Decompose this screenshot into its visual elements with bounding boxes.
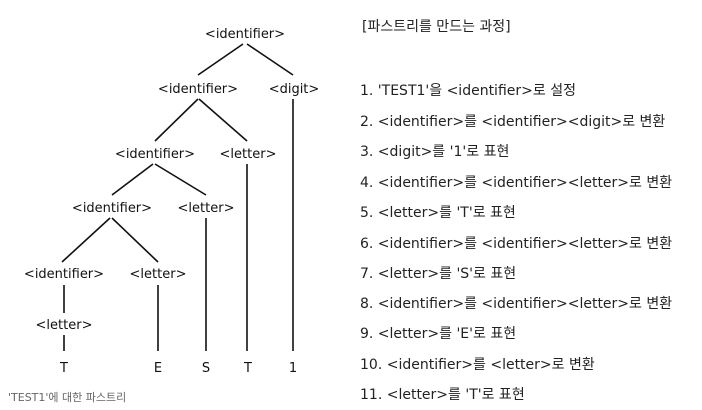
node-letter-5: <letter> (130, 267, 187, 282)
step-item-8: 8. <identifier>를 <identifier><letter>로 변… (360, 296, 673, 312)
node-root-identifier: <identifier> (205, 27, 285, 42)
step-item-3: 3. <digit>를 '1'로 표현 (360, 144, 510, 160)
step-item-11: 11. <letter>를 'T'로 표현 (360, 387, 525, 403)
node-digit: <digit> (269, 82, 320, 97)
leaf-T-second: T (243, 361, 252, 376)
step-item-5: 5. <letter>를 'T'로 표현 (360, 205, 516, 221)
step-item-7: 7. <letter>를 'S'로 표현 (360, 266, 517, 282)
leaf-1: 1 (289, 361, 297, 376)
steps-title: [파스트리를 만드는 과정] (362, 19, 511, 35)
node-letter-6: <letter> (36, 318, 93, 333)
node-letter-4: <letter> (178, 201, 235, 216)
edge-root-id2 (197, 43, 244, 76)
edge-id4-letter5 (111, 217, 159, 263)
step-item-1: 1. 'TEST1'을 <identifier>로 설정 (360, 83, 576, 99)
edge-id2-id3 (154, 98, 199, 142)
step-item-6: 6. <identifier>를 <identifier><letter>로 변… (360, 236, 673, 252)
node-identifier-4: <identifier> (72, 201, 152, 216)
node-letter-3: <letter> (220, 147, 277, 162)
edge-id3-letter4 (154, 163, 207, 196)
tree-caption: 'TEST1'에 대한 파스트리 (8, 391, 127, 404)
edge-id4-id5 (61, 217, 111, 263)
step-item-9: 9. <letter>를 'E'로 표현 (360, 326, 517, 342)
node-identifier-2: <identifier> (158, 82, 238, 97)
leaf-T-first: T (59, 361, 68, 376)
node-identifier-3: <identifier> (115, 147, 195, 162)
step-item-10: 10. <identifier>를 <letter>로 변환 (360, 357, 595, 373)
step-item-2: 2. <identifier>를 <identifier><digit>로 변환 (360, 114, 666, 130)
leaf-S: S (202, 361, 210, 376)
step-item-4: 4. <identifier>를 <identifier><letter>로 변… (360, 175, 673, 191)
edge-id2-letter3 (198, 98, 248, 142)
edge-root-digit (246, 43, 294, 76)
leaf-E: E (154, 361, 162, 376)
node-identifier-5: <identifier> (24, 267, 104, 282)
edge-id3-id4 (111, 163, 154, 196)
parse-tree: <identifier> <identifier> <digit> <ident… (24, 27, 320, 376)
